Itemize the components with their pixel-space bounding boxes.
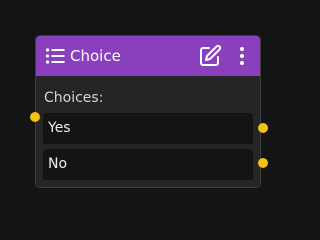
choice-label: Yes	[48, 120, 71, 136]
edit-icon[interactable]	[198, 44, 222, 68]
choice-node[interactable]: Choice Choices: Yes No	[35, 35, 261, 188]
node-header[interactable]: Choice	[36, 36, 260, 76]
choice-row-yes[interactable]: Yes	[43, 113, 253, 144]
choice-label: No	[48, 156, 68, 172]
more-vertical-icon[interactable]	[236, 46, 248, 66]
node-title: Choice	[70, 47, 121, 65]
input-port[interactable]	[30, 112, 40, 122]
list-icon	[45, 48, 65, 64]
output-port-yes[interactable]	[258, 123, 268, 133]
choices-label: Choices:	[44, 90, 104, 106]
choice-row-no[interactable]: No	[43, 149, 253, 180]
output-port-no[interactable]	[258, 158, 268, 168]
